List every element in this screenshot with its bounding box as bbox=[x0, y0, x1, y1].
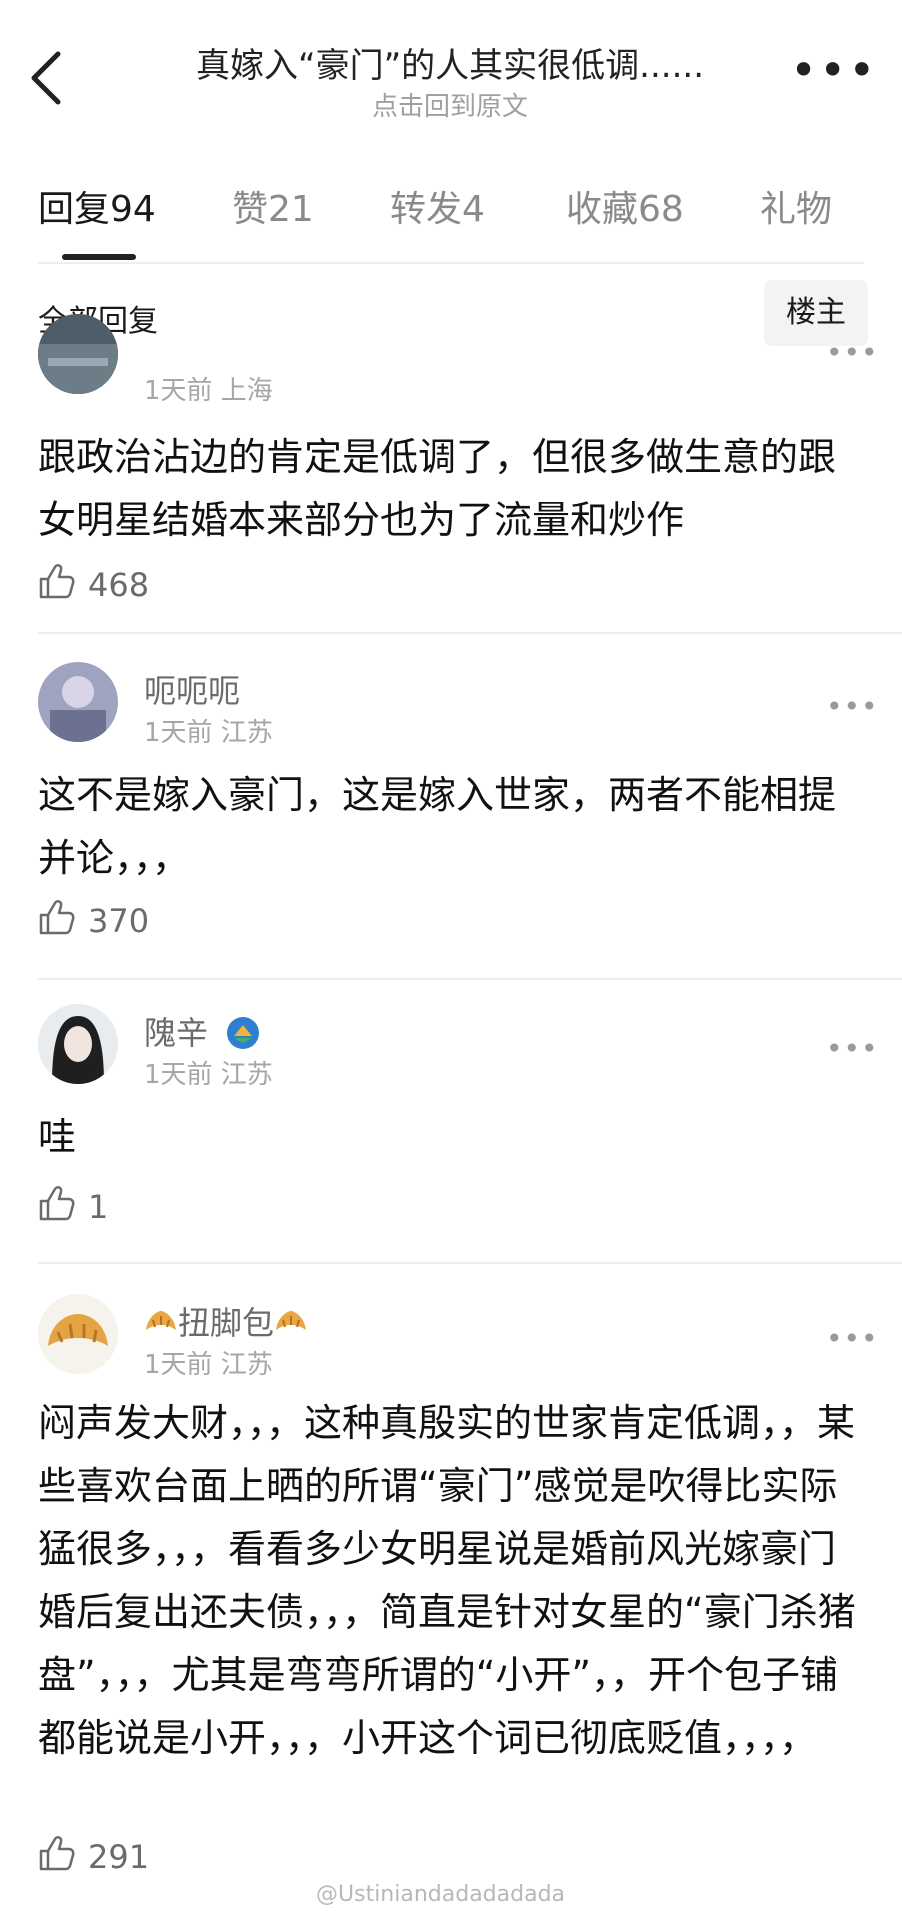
like-count: 370 bbox=[88, 902, 150, 940]
tab-replies-label: 回复 bbox=[38, 189, 111, 230]
comment-item: 扭脚包 1天前 江苏 ••• 闷声发大财，，，这种真殷实的世家肯定低调，，某些喜… bbox=[0, 1294, 902, 1894]
like-button[interactable]: 1 bbox=[38, 1184, 108, 1228]
top-bar: 真嫁入“豪门”的人其实很低调...... 点击回到原文 ••• bbox=[0, 0, 902, 130]
tab-reposts-count: 4 bbox=[462, 189, 485, 230]
like-button[interactable]: 291 bbox=[38, 1834, 149, 1878]
croissant-emoji-icon bbox=[276, 1311, 307, 1330]
tab-gifts-label: 礼物 bbox=[760, 189, 833, 230]
watermark: @Ustiniandadadadada bbox=[316, 1882, 566, 1907]
comment-more-icon[interactable]: ••• bbox=[826, 336, 879, 369]
thumbs-up-icon bbox=[39, 564, 75, 599]
back-button[interactable] bbox=[28, 48, 68, 108]
comment-text: 这不是嫁入豪门，这是嫁入世家，两者不能相提并论，，， bbox=[38, 773, 837, 880]
like-count: 291 bbox=[88, 1838, 150, 1876]
thumbs-up-icon bbox=[39, 1836, 75, 1871]
avatar-image bbox=[38, 314, 118, 394]
like-count: 468 bbox=[88, 566, 150, 604]
tab-favorites-label: 收藏 bbox=[566, 189, 639, 230]
comment-text: 哇 bbox=[38, 1115, 77, 1159]
comment-meta: 1天前 江苏 bbox=[144, 1060, 273, 1090]
comment-more-icon[interactable]: ••• bbox=[826, 1322, 879, 1355]
comment-meta: 1天前 江苏 bbox=[144, 718, 273, 748]
avatar[interactable] bbox=[38, 314, 118, 394]
like-button[interactable]: 370 bbox=[38, 898, 149, 942]
username-text: 扭脚包 bbox=[178, 1304, 275, 1342]
avatar-image bbox=[38, 662, 118, 742]
like-button[interactable]: 468 bbox=[38, 562, 149, 606]
post-title[interactable]: 真嫁入“豪门”的人其实很低调...... bbox=[150, 38, 750, 87]
back-to-original-link[interactable]: 点击回到原文 bbox=[150, 86, 750, 123]
username[interactable]: 隗辛 bbox=[144, 1008, 260, 1054]
tab-reposts-label: 转发 bbox=[390, 189, 463, 230]
avatar[interactable] bbox=[38, 1294, 118, 1374]
avatar-image bbox=[38, 1294, 118, 1374]
tab-likes[interactable]: 赞21 bbox=[232, 180, 314, 232]
tab-replies[interactable]: 回复94 bbox=[38, 180, 156, 232]
comment-item: 隗辛 1天前 江苏 ••• 哇 1 bbox=[0, 1004, 902, 1264]
username-text: 隗辛 bbox=[144, 1014, 209, 1052]
comment-meta: 1天前 上海 bbox=[144, 376, 273, 406]
tab-favorites[interactable]: 收藏68 bbox=[566, 180, 684, 232]
avatar[interactable] bbox=[38, 1004, 118, 1084]
more-options-icon[interactable]: ••• bbox=[790, 47, 877, 93]
thumbs-up-icon bbox=[39, 1186, 75, 1221]
tab-likes-count: 21 bbox=[268, 189, 314, 230]
comment-text: 跟政治沾边的肯定是低调了，但很多做生意的跟女明星结婚本来部分也为了流量和炒作 bbox=[38, 435, 837, 542]
tab-likes-label: 赞 bbox=[232, 189, 269, 230]
username[interactable]: 呃呃呃 bbox=[144, 666, 240, 712]
avatar-image bbox=[38, 1004, 118, 1084]
comment-divider bbox=[38, 632, 902, 634]
tabs-divider bbox=[38, 262, 864, 264]
tab-bar: 回复94 赞21 转发4 收藏68 礼物 bbox=[0, 180, 902, 260]
comment-item: 呃呃呃 1天前 江苏 ••• 这不是嫁入豪门，这是嫁入世家，两者不能相提并论，，… bbox=[0, 662, 902, 992]
like-count: 1 bbox=[88, 1188, 109, 1226]
tab-gifts[interactable]: 礼物 bbox=[760, 180, 832, 232]
verified-badge-icon bbox=[227, 1017, 260, 1049]
comment-item: 1天前 上海 ••• 跟政治沾边的肯定是低调了，但很多做生意的跟女明星结婚本来部… bbox=[0, 314, 902, 636]
comment-divider bbox=[38, 1262, 902, 1264]
tab-favorites-count: 68 bbox=[638, 189, 684, 230]
avatar[interactable] bbox=[38, 662, 118, 742]
croissant-emoji-icon bbox=[146, 1311, 176, 1330]
thumbs-up-icon bbox=[39, 900, 75, 935]
comment-text: 闷声发大财，，，这种真殷实的世家肯定低调，，某些喜欢台面上晒的所谓“豪门”感觉是… bbox=[38, 1401, 856, 1760]
back-arrow-icon bbox=[31, 51, 61, 105]
active-tab-indicator bbox=[62, 254, 136, 260]
tab-replies-count: 94 bbox=[110, 189, 156, 230]
comment-more-icon[interactable]: ••• bbox=[826, 690, 879, 723]
comment-more-icon[interactable]: ••• bbox=[826, 1032, 879, 1065]
username[interactable]: 扭脚包 bbox=[144, 1298, 308, 1344]
comment-divider bbox=[38, 978, 902, 980]
tab-reposts[interactable]: 转发4 bbox=[390, 180, 485, 232]
comment-meta: 1天前 江苏 bbox=[144, 1350, 273, 1380]
